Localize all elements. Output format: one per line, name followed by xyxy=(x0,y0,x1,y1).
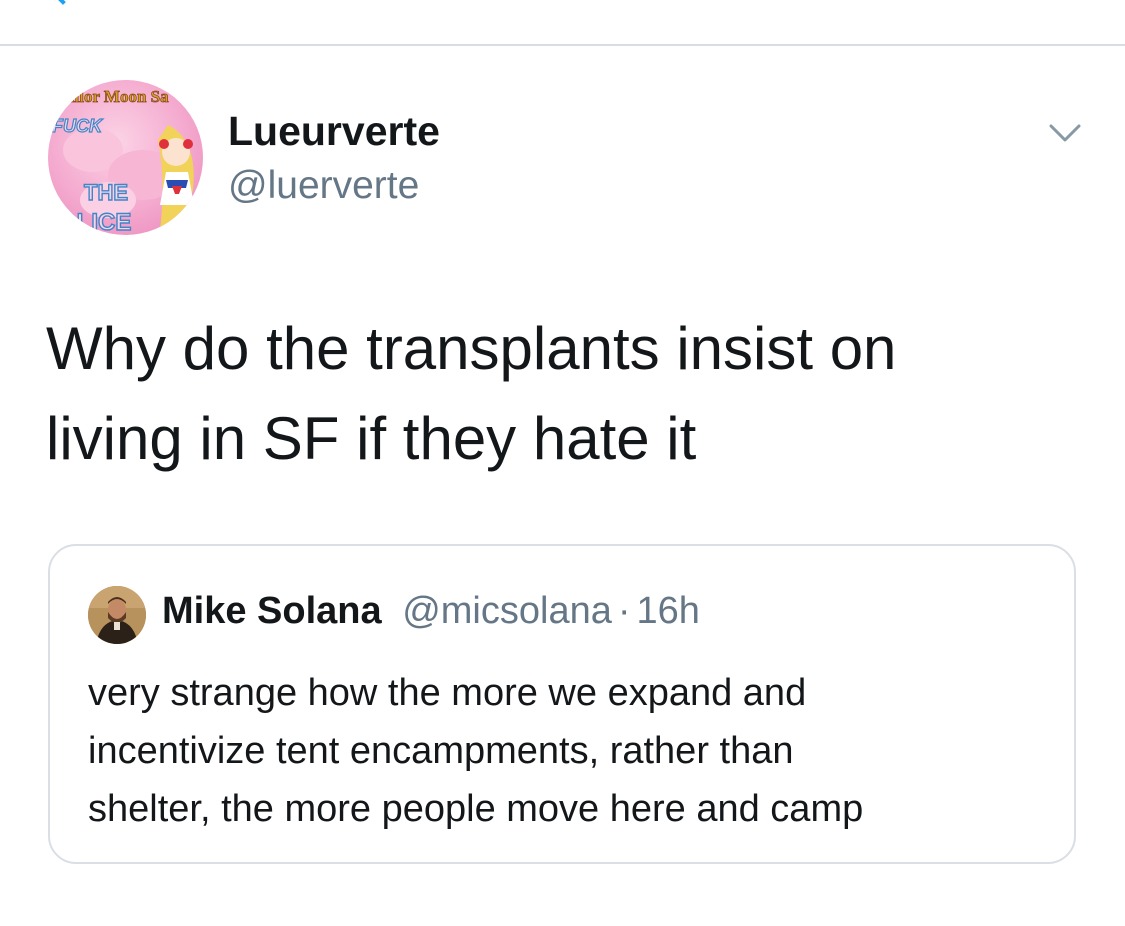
quoted-author-display-name: Mike Solana xyxy=(162,590,382,632)
avatar-word-2: THE xyxy=(84,180,128,205)
quoted-author-avatar xyxy=(88,586,146,644)
quoted-timestamp: 16h xyxy=(636,590,700,632)
tweet-text-line: living in SF if they hate it xyxy=(46,405,697,472)
quoted-tweet-text: very strange how the more we expand and … xyxy=(88,664,1068,838)
avatar-word-1: FUCK xyxy=(52,116,104,136)
author-display-name[interactable]: Lueurverte xyxy=(228,108,440,155)
quoted-separator: · xyxy=(617,590,631,632)
quoted-text-line: incentivize tent encampments, rather tha… xyxy=(88,730,794,772)
quoted-tweet-card[interactable]: Mike Solana @micsolana · 16h very strange … xyxy=(48,544,1076,864)
quoted-text-line: very strange how the more we expand and xyxy=(88,672,807,714)
quoted-author-handle: @micsolana xyxy=(402,590,612,632)
tweet-text-line: Why do the transplants insist on xyxy=(46,315,897,382)
avatar-word-3: OLICE xyxy=(58,209,131,235)
chevron-down-icon[interactable] xyxy=(1048,116,1082,150)
quoted-tweet-header: Mike Solana @micsolana · 16h xyxy=(162,590,700,633)
header-divider xyxy=(0,44,1125,46)
quoted-text-line: shelter, the more people move here and c… xyxy=(88,788,864,830)
author-avatar[interactable]: ailor Moon Sa FUCK THE OLICE xyxy=(48,80,203,235)
tweet-text: Why do the transplants insist on living … xyxy=(46,304,1086,484)
author-handle[interactable]: @luerverte xyxy=(228,164,419,208)
avatar-image: ailor Moon Sa FUCK THE OLICE xyxy=(51,87,194,235)
back-arrow-icon[interactable] xyxy=(53,0,73,5)
avatar-title-text: ailor Moon Sa xyxy=(66,87,169,106)
quoted-avatar-image xyxy=(88,586,146,644)
